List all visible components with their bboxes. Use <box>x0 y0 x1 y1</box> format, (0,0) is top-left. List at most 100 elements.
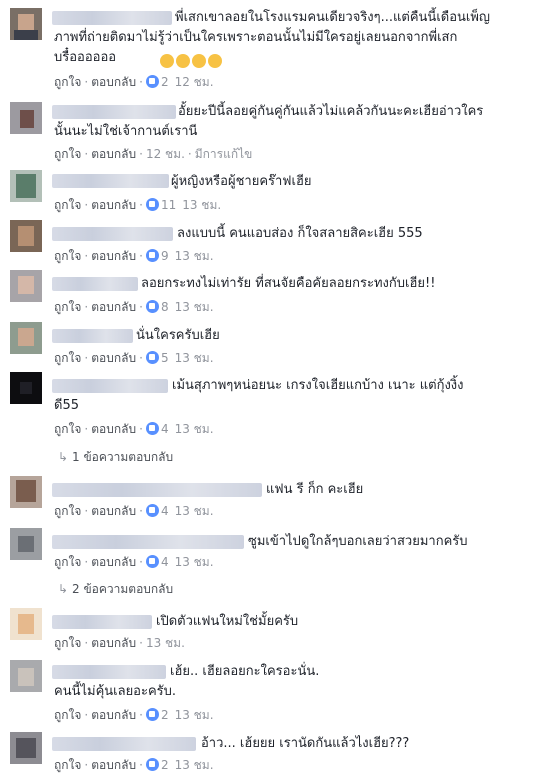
reply-link[interactable]: ตอบกลับ <box>91 555 136 569</box>
comment-text: นั่นใครครับเฮีย <box>136 328 220 343</box>
avatar[interactable] <box>10 170 42 202</box>
reply-link[interactable]: ตอบกลับ <box>91 422 136 436</box>
timestamp[interactable]: 13 ชม. <box>175 758 214 772</box>
reply-arrow-icon: ↳ <box>58 582 69 596</box>
like-count-icon[interactable] <box>145 758 159 771</box>
comment-actions: ถูกใจ · ตอบกลับ · 4 13 ชม. <box>54 504 214 518</box>
reply-link[interactable]: ตอบกลับ <box>91 300 136 314</box>
like-count-icon[interactable] <box>145 300 159 313</box>
like-count-icon[interactable] <box>145 75 159 88</box>
like-link[interactable]: ถูกใจ <box>54 75 81 89</box>
like-link[interactable]: ถูกใจ <box>54 351 81 365</box>
comment-actions: ถูกใจ · ตอบกลับ · 2 13 ชม. <box>54 708 214 722</box>
comment-actions: ถูกใจ · ตอบกลับ · 8 13 ชม. <box>54 300 214 314</box>
like-count[interactable]: 9 <box>161 249 169 263</box>
like-count[interactable]: 2 <box>161 758 169 772</box>
like-link[interactable]: ถูกใจ <box>54 300 81 314</box>
comment-text: ลอยกระทงไม่เท่ารัย ที่สนจัยคือคัยลอยกระท… <box>141 276 436 291</box>
like-link[interactable]: ถูกใจ <box>54 636 81 650</box>
avatar[interactable] <box>10 732 42 764</box>
timestamp[interactable]: 13 ชม. <box>175 249 214 263</box>
timestamp[interactable]: 13 ชม. <box>175 351 214 365</box>
view-replies-link[interactable]: ↳ 2 ข้อความตอบกลับ <box>58 580 173 598</box>
like-count-icon[interactable] <box>145 708 159 721</box>
timestamp[interactable]: 13 ชม. <box>175 300 214 314</box>
comment-text: เฮ้ย.. เฮียลอยกะใครอะนั่น. คนนี้ไม่คุ้นเ… <box>54 664 320 699</box>
like-count[interactable]: 2 <box>161 708 169 722</box>
like-link[interactable]: ถูกใจ <box>54 504 81 518</box>
comment-actions: ถูกใจ · ตอบกลับ · 12 ชม. · มีการแก้ไข <box>54 147 253 161</box>
reply-arrow-icon: ↳ <box>58 450 69 464</box>
like-count-icon[interactable] <box>145 504 159 517</box>
comment-text: ลงแบบนี้ คนแอบส่อง ก็ใจสลายสิคะเฮีย 555 <box>177 226 423 241</box>
like-count-icon[interactable] <box>145 422 159 435</box>
like-count[interactable]: 8 <box>161 300 169 314</box>
avatar[interactable] <box>10 372 42 404</box>
reply-link[interactable]: ตอบกลับ <box>91 758 136 772</box>
like-count-icon[interactable] <box>145 555 159 568</box>
comment-actions: ถูกใจ · ตอบกลับ · 9 13 ชม. <box>54 249 214 263</box>
reply-link[interactable]: ตอบกลับ <box>91 351 136 365</box>
comment-actions: ถูกใจ · ตอบกลับ · 5 13 ชม. <box>54 351 214 365</box>
timestamp[interactable]: 13 ชม. <box>146 636 185 650</box>
avatar[interactable] <box>10 102 42 134</box>
reply-link[interactable]: ตอบกลับ <box>91 147 136 161</box>
like-link[interactable]: ถูกใจ <box>54 147 81 161</box>
reply-link[interactable]: ตอบกลับ <box>91 249 136 263</box>
comment-text: อั้ยยะปีนี้ลอยคู่กันคู่กันแล้วไม่แคล้วกั… <box>54 104 484 139</box>
like-count-icon[interactable] <box>145 249 159 262</box>
avatar[interactable] <box>10 660 42 692</box>
comment-actions: ถูกใจ · ตอบกลับ · 4 13 ชม. <box>54 555 214 569</box>
timestamp[interactable]: 12 ชม. <box>146 147 185 161</box>
view-replies-link[interactable]: ↳ 1 ข้อความตอบกลับ <box>58 448 173 466</box>
like-count-icon[interactable] <box>145 198 159 211</box>
comment-text: อ้าว... เฮ้ยยย เรานัดกันแล้วไงเฮีย??? <box>201 736 410 751</box>
like-count[interactable]: 4 <box>161 555 169 569</box>
comment-text: ซูมเข้าไปดูใกล้ๆบอกเลยว่าสวยมากครับ <box>248 534 468 549</box>
avatar[interactable] <box>10 608 42 640</box>
timestamp[interactable]: 13 ชม. <box>175 504 214 518</box>
avatar[interactable] <box>10 270 42 302</box>
avatar[interactable] <box>10 528 42 560</box>
timestamp[interactable]: 13 ชม. <box>175 555 214 569</box>
comment-text: เปิดตัวแฟนใหม่ใช่มั้ยครับ <box>156 614 299 629</box>
comment-text: แฟน รี ก็ก คะเฮีย <box>266 482 364 497</box>
timestamp[interactable]: 13 ชม. <box>182 198 221 212</box>
like-count[interactable]: 4 <box>161 504 169 518</box>
like-count-icon[interactable] <box>145 351 159 364</box>
timestamp[interactable]: 13 ชม. <box>175 422 214 436</box>
reply-link[interactable]: ตอบกลับ <box>91 708 136 722</box>
avatar[interactable] <box>10 8 42 40</box>
reply-link[interactable]: ตอบกลับ <box>91 636 136 650</box>
like-link[interactable]: ถูกใจ <box>54 708 81 722</box>
edited-link[interactable]: มีการแก้ไข <box>195 147 253 161</box>
reply-link[interactable]: ตอบกลับ <box>91 75 136 89</box>
comment-actions: ถูกใจ · ตอบกลับ · 2 12 ชม. <box>54 75 214 89</box>
comment-actions: ถูกใจ · ตอบกลับ · 4 13 ชม. <box>54 422 214 436</box>
avatar[interactable] <box>10 476 42 508</box>
like-link[interactable]: ถูกใจ <box>54 422 81 436</box>
like-link[interactable]: ถูกใจ <box>54 555 81 569</box>
like-link[interactable]: ถูกใจ <box>54 249 81 263</box>
comment-text: เม้นสุภาพๆหน่อยนะ เกรงใจเฮียแกบ้าง เนาะ … <box>54 378 464 413</box>
laughing-emoji-icon <box>176 54 190 68</box>
avatar[interactable] <box>10 220 42 252</box>
like-count[interactable]: 11 <box>161 198 176 212</box>
like-link[interactable]: ถูกใจ <box>54 198 81 212</box>
like-count[interactable]: 2 <box>161 75 169 89</box>
laughing-emoji-icon <box>160 54 174 68</box>
like-link[interactable]: ถูกใจ <box>54 758 81 772</box>
reply-link[interactable]: ตอบกลับ <box>91 198 136 212</box>
reply-link[interactable]: ตอบกลับ <box>91 504 136 518</box>
like-count[interactable]: 4 <box>161 422 169 436</box>
timestamp[interactable]: 12 ชม. <box>175 75 214 89</box>
timestamp[interactable]: 13 ชม. <box>175 708 214 722</box>
comment-actions: ถูกใจ · ตอบกลับ · 2 13 ชม. <box>54 758 214 772</box>
laughing-emoji-icon <box>192 54 206 68</box>
laughing-emoji-icon <box>208 54 222 68</box>
comment-text: พี่เสกเขาลอยในโรงแรมคนเดียวจริงๆ...แต่คื… <box>54 10 490 65</box>
like-count[interactable]: 5 <box>161 351 169 365</box>
comment-text: ผู้หญิงหรือผู้ชายคร๊าฟเฮีย <box>171 174 312 189</box>
avatar[interactable] <box>10 322 42 354</box>
comment-actions: ถูกใจ · ตอบกลับ · 11 13 ชม. <box>54 198 222 212</box>
